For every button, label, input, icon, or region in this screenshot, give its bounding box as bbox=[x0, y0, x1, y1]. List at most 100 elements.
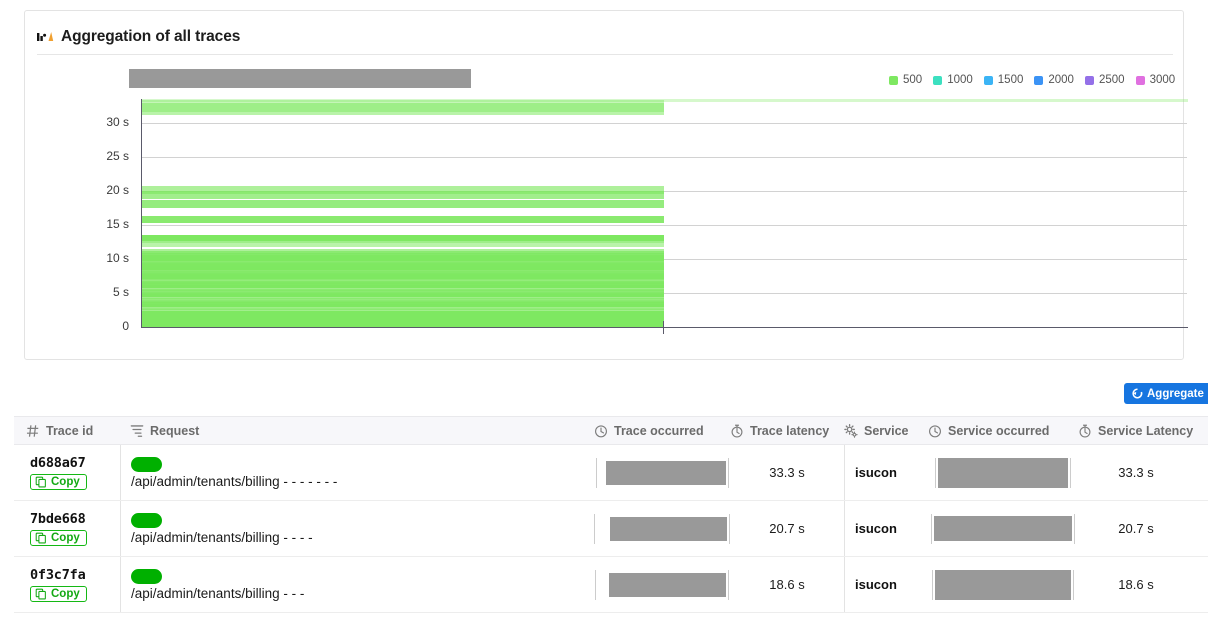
copy-icon bbox=[35, 476, 46, 488]
copy-trace-id-button[interactable]: Copy bbox=[30, 474, 87, 490]
service-occurred-redaction-bar bbox=[934, 516, 1072, 541]
trace-occurred-cell bbox=[594, 557, 730, 612]
trace-latency-bar-top[interactable] bbox=[142, 99, 1188, 102]
y-axis-tick-label: 25 s bbox=[106, 148, 129, 163]
service-latency-value: 18.6 s bbox=[1118, 577, 1154, 592]
column-header-service-occurred[interactable]: Service occurred bbox=[928, 424, 1078, 438]
chart-gridline bbox=[141, 123, 1187, 124]
chart-redaction-bar bbox=[129, 69, 471, 88]
copy-trace-id-button[interactable]: Copy bbox=[30, 586, 87, 602]
service-latency-cell: 18.6 s bbox=[1078, 557, 1194, 612]
column-header-trace-occurred[interactable]: Trace occurred bbox=[594, 424, 730, 438]
y-axis-tick-label: 10 s bbox=[106, 250, 129, 265]
legend-swatch-icon bbox=[1084, 75, 1094, 85]
table-row[interactable]: 0f3c7fa Copy/api/admin/tenants/billing - … bbox=[14, 557, 1208, 613]
column-header-request[interactable]: Request bbox=[120, 424, 594, 438]
legend-swatch-icon bbox=[1135, 75, 1145, 85]
legend-item-1500[interactable]: 1500 bbox=[983, 74, 1024, 86]
x-axis-tick bbox=[663, 321, 664, 334]
legend-item-3000[interactable]: 3000 bbox=[1135, 74, 1176, 86]
legend-item-1000[interactable]: 1000 bbox=[933, 74, 973, 86]
aggregation-panel: Aggregation of all traces 500 1000 1500 200… bbox=[24, 10, 1188, 360]
copy-button-label: Copy bbox=[51, 532, 80, 544]
legend-label: 2500 bbox=[1098, 74, 1125, 86]
column-header-label: Request bbox=[150, 423, 200, 438]
column-header-trace-id[interactable]: Trace id bbox=[14, 424, 120, 438]
table-row[interactable]: 7bde668 Copy/api/admin/tenants/billing - … bbox=[14, 501, 1208, 557]
trace-latency-bar-base[interactable] bbox=[142, 310, 664, 327]
service-occurred-redaction-bar bbox=[935, 569, 1071, 600]
trace-occurred-redaction-bar bbox=[605, 460, 726, 485]
column-header-label: Service Latency bbox=[1098, 423, 1194, 438]
legend-item-500[interactable]: 500 bbox=[889, 74, 922, 86]
page-title: Aggregation of all traces bbox=[61, 28, 241, 45]
copy-button-label: Copy bbox=[51, 476, 80, 488]
request-cell: /api/admin/tenants/billing - - - - - - - bbox=[120, 445, 594, 500]
column-header-trace-latency[interactable]: Trace latency bbox=[730, 424, 844, 438]
trace-occurred-bar-wrap bbox=[594, 513, 730, 544]
trace-occurred-redaction-bar bbox=[610, 516, 727, 541]
legend-swatch-icon bbox=[889, 75, 898, 85]
legend-label: 3000 bbox=[1149, 74, 1176, 86]
copy-button-label: Copy bbox=[51, 588, 80, 600]
column-header-label: Trace occurred bbox=[614, 423, 704, 438]
service-name: isucon bbox=[855, 577, 897, 592]
service-occurred-bar-wrap bbox=[932, 569, 1074, 600]
trace-id-value: d688a67 bbox=[30, 455, 86, 471]
chart-legend: 500 1000 1500 2000 2500 3000 bbox=[889, 74, 1175, 86]
legend-label: 2000 bbox=[1048, 74, 1074, 86]
y-axis-line bbox=[141, 99, 142, 327]
request-cell: /api/admin/tenants/billing - - - - bbox=[120, 501, 594, 556]
legend-item-2000[interactable]: 2000 bbox=[1034, 74, 1074, 86]
service-occurred-bar-wrap bbox=[931, 513, 1075, 544]
trace-id-value: 0f3c7fa bbox=[30, 567, 86, 583]
status-badge bbox=[131, 456, 162, 472]
clock-icon bbox=[595, 424, 607, 437]
service-name: isucon bbox=[855, 465, 897, 480]
chart-plot-area bbox=[141, 99, 1188, 328]
service-occurred-bar-wrap bbox=[935, 457, 1071, 488]
copy-icon bbox=[35, 532, 46, 544]
column-header-service[interactable]: Service bbox=[844, 424, 928, 438]
service-name: isucon bbox=[855, 521, 897, 536]
trace-latency-bar[interactable] bbox=[142, 241, 664, 247]
table-body: d688a67 Copy/api/admin/tenants/billing - … bbox=[14, 445, 1208, 613]
legend-swatch-icon bbox=[983, 75, 993, 85]
service-occurred-cell bbox=[928, 557, 1078, 612]
request-path: /api/admin/tenants/billing - - - bbox=[131, 585, 305, 601]
trace-table: Trace id Request Trace occurred Trace laten… bbox=[14, 416, 1208, 613]
legend-swatch-icon bbox=[933, 75, 943, 85]
stopwatch-icon bbox=[1079, 424, 1091, 438]
stopwatch-icon bbox=[731, 424, 743, 438]
trace-latency-bar[interactable] bbox=[142, 190, 664, 199]
service-latency-cell: 20.7 s bbox=[1078, 501, 1194, 556]
trace-latency-value: 18.6 s bbox=[769, 577, 805, 592]
copy-icon bbox=[35, 588, 46, 600]
column-header-service-latency[interactable]: Service Latency bbox=[1078, 424, 1194, 438]
trace-latency-bar[interactable] bbox=[142, 200, 664, 208]
trace-occurred-bar-wrap bbox=[595, 457, 729, 488]
column-header-label: Service bbox=[864, 423, 909, 438]
table-row[interactable]: d688a67 Copy/api/admin/tenants/billing - … bbox=[14, 445, 1208, 501]
y-axis-tick-label: 30 s bbox=[106, 114, 129, 129]
y-axis-tick-label: 20 s bbox=[106, 182, 129, 197]
trace-occurred-bar-wrap bbox=[595, 569, 729, 600]
aggregate-button-label: Aggregate bbox=[1147, 387, 1204, 400]
trace-latency-bar[interactable] bbox=[142, 103, 664, 115]
trace-id-cell: 0f3c7fa Copy bbox=[14, 557, 120, 612]
service-latency-value: 20.7 s bbox=[1118, 521, 1154, 536]
trace-latency-value: 33.3 s bbox=[769, 465, 805, 480]
legend-swatch-icon bbox=[1034, 75, 1044, 85]
refresh-icon bbox=[1132, 388, 1143, 399]
legend-label: 500 bbox=[903, 74, 923, 86]
hash-icon bbox=[26, 424, 39, 437]
trace-latency-bar[interactable] bbox=[142, 216, 664, 223]
trace-id-cell: d688a67 Copy bbox=[14, 445, 120, 500]
trace-latency-value: 20.7 s bbox=[769, 521, 805, 536]
copy-trace-id-button[interactable]: Copy bbox=[30, 530, 87, 546]
aggregate-button[interactable]: Aggregate bbox=[1124, 383, 1208, 404]
chart-gridline bbox=[141, 157, 1187, 158]
legend-item-2500[interactable]: 2500 bbox=[1084, 74, 1125, 86]
legend-label: 1500 bbox=[997, 74, 1024, 86]
panel-title-row: Aggregation of all traces bbox=[37, 25, 1173, 55]
